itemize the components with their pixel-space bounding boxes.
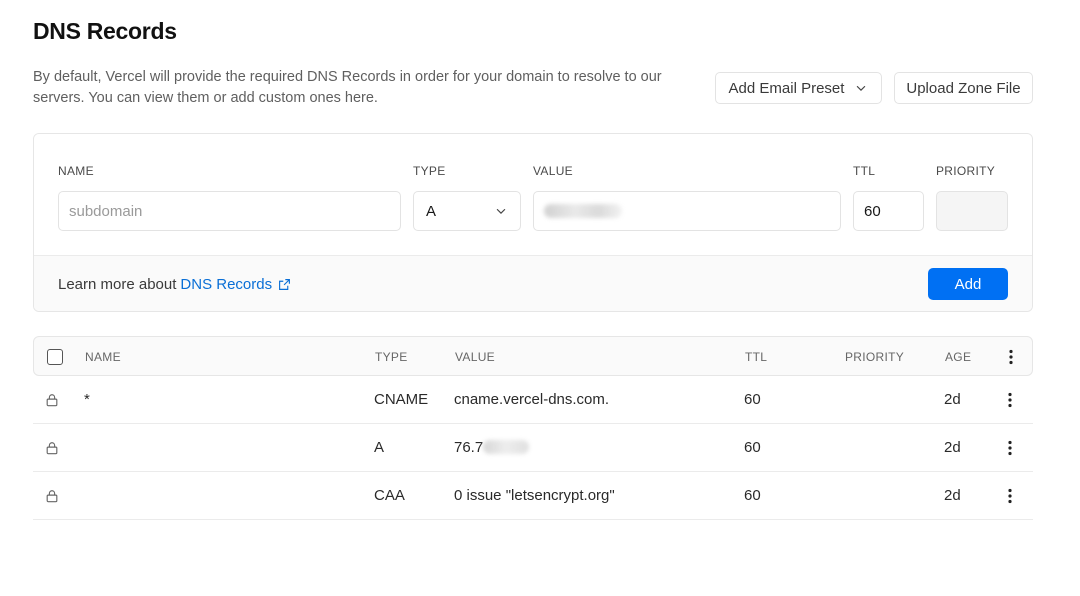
learn-more-text: Learn more about DNS Records xyxy=(58,276,291,293)
add-email-preset-button[interactable]: Add Email Preset xyxy=(715,72,882,104)
lock-icon xyxy=(46,442,58,455)
dns-records-link[interactable]: DNS Records xyxy=(180,276,272,293)
record-age: 2d xyxy=(944,487,961,504)
type-label: TYPE xyxy=(413,164,446,178)
header-value: VALUE xyxy=(455,350,495,364)
form-footer: Learn more about DNS Records Add xyxy=(34,255,1032,311)
header-priority: PRIORITY xyxy=(845,350,905,364)
record-value: 0 issue "letsencrypt.org" xyxy=(454,487,615,504)
more-vertical-icon[interactable] xyxy=(1003,348,1019,366)
more-vertical-icon[interactable] xyxy=(1002,439,1018,457)
record-type: CAA xyxy=(374,487,405,504)
header-age: AGE xyxy=(945,350,972,364)
redacted-value xyxy=(483,440,530,454)
upload-zone-file-label: Upload Zone File xyxy=(906,79,1021,97)
add-email-preset-label: Add Email Preset xyxy=(728,79,845,97)
record-name: * xyxy=(84,391,90,408)
page-description: By default, Vercel will provide the requ… xyxy=(33,69,662,106)
record-ttl: 60 xyxy=(744,391,761,408)
dns-records-table: NAME TYPE VALUE TTL PRIORITY AGE * CNAME… xyxy=(33,336,1033,520)
learn-more-prefix: Learn more about xyxy=(58,276,177,293)
select-all-checkbox[interactable] xyxy=(47,349,63,365)
name-input[interactable] xyxy=(58,191,401,231)
upload-zone-file-button[interactable]: Upload Zone File xyxy=(894,72,1033,104)
chevron-down-icon xyxy=(857,85,866,92)
redacted-value xyxy=(544,204,622,218)
record-ttl: 60 xyxy=(744,487,761,504)
record-value: 76.7 xyxy=(454,439,530,456)
table-header: NAME TYPE VALUE TTL PRIORITY AGE xyxy=(33,336,1033,376)
record-type: A xyxy=(374,439,385,456)
type-select[interactable]: A xyxy=(413,191,521,231)
record-value-text: 76.7 xyxy=(454,439,484,456)
ttl-input[interactable] xyxy=(853,191,924,231)
record-age: 2d xyxy=(944,391,961,408)
more-vertical-icon[interactable] xyxy=(1002,487,1018,505)
lock-icon xyxy=(46,490,58,503)
add-record-form: NAME TYPE VALUE TTL PRIORITY A Learn mor… xyxy=(33,133,1033,312)
header-ttl: TTL xyxy=(745,350,768,364)
table-row: * CNAME cname.vercel-dns.com. 60 2d xyxy=(33,376,1033,424)
record-age: 2d xyxy=(944,439,961,456)
priority-label: PRIORITY xyxy=(936,164,996,178)
record-type: CNAME xyxy=(374,391,429,408)
page-title: DNS Records xyxy=(33,18,177,44)
header-type: TYPE xyxy=(375,350,408,364)
type-select-value: A xyxy=(426,202,437,220)
add-record-button[interactable]: Add xyxy=(928,268,1008,300)
more-vertical-icon[interactable] xyxy=(1002,391,1018,409)
priority-input[interactable] xyxy=(936,191,1008,231)
name-label: NAME xyxy=(58,164,94,178)
external-link-icon xyxy=(279,279,291,290)
table-row: A 76.7 60 2d xyxy=(33,424,1033,472)
chevron-down-icon xyxy=(496,208,506,215)
value-label: VALUE xyxy=(533,164,573,178)
record-ttl: 60 xyxy=(744,439,761,456)
form-fields: NAME TYPE VALUE TTL PRIORITY A xyxy=(34,134,1032,255)
value-input[interactable] xyxy=(533,191,841,231)
table-row: CAA 0 issue "letsencrypt.org" 60 2d xyxy=(33,472,1033,520)
lock-icon xyxy=(46,394,58,407)
header-name: NAME xyxy=(85,350,121,364)
ttl-label: TTL xyxy=(853,164,876,178)
record-value: cname.vercel-dns.com. xyxy=(454,391,610,408)
